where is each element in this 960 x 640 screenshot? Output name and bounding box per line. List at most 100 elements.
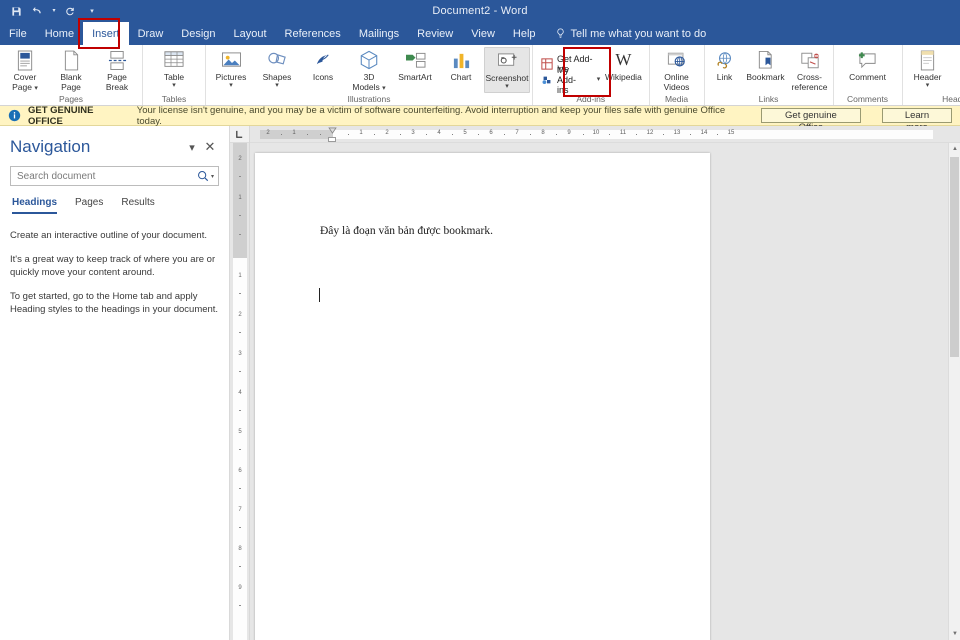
vertical-scrollbar[interactable]: ▲ ▼: [948, 143, 960, 640]
cross-reference-icon: [800, 49, 820, 71]
blank-page-button[interactable]: BlankPage: [48, 47, 94, 93]
banner-message: Your license isn't genuine, and you may …: [137, 105, 746, 127]
cover-page-icon: [16, 49, 35, 71]
get-genuine-office-button[interactable]: Get genuine Office: [761, 108, 861, 123]
pictures-button[interactable]: Pictures▾: [208, 47, 254, 93]
horizontal-ruler[interactable]: 2 1 1 2 3 4 5 6 7 8 9 10 11 12 13 14 15 …: [250, 126, 960, 143]
info-icon: [8, 109, 21, 122]
undo-icon[interactable]: [28, 2, 48, 20]
redo-icon[interactable]: [60, 2, 80, 20]
tab-design[interactable]: Design: [172, 22, 224, 45]
wikipedia-button[interactable]: W Wikipedia: [603, 47, 643, 93]
nav-tab-results[interactable]: Results: [121, 197, 154, 214]
smartart-label: SmartArt: [398, 73, 432, 83]
tab-help[interactable]: Help: [504, 22, 545, 45]
online-video-icon: [667, 49, 687, 71]
smartart-icon: [405, 49, 426, 71]
link-icon: [715, 49, 735, 71]
document-page[interactable]: Đây là đoạn văn bản được bookmark.: [255, 153, 710, 640]
link-button[interactable]: Link: [707, 47, 743, 93]
comment-label: Comment: [849, 73, 886, 83]
group-label-pages: Pages: [2, 93, 140, 105]
ribbon: CoverPage ▾ BlankPage PageBreak Pages: [0, 45, 960, 106]
navigation-title: Navigation: [10, 137, 183, 157]
navigation-header: Navigation ▾ ✕: [10, 134, 219, 160]
group-label-illustrations: Illustrations: [208, 93, 530, 105]
page-break-button[interactable]: PageBreak: [94, 47, 140, 93]
icons-button[interactable]: Icons: [300, 47, 346, 93]
chevron-down-icon[interactable]: ▾: [183, 138, 201, 156]
ribbon-tab-bar: File Home Insert Draw Design Layout Refe…: [0, 22, 960, 45]
tab-file[interactable]: File: [0, 22, 36, 45]
group-label-links: Links: [707, 93, 831, 105]
close-icon[interactable]: ✕: [201, 138, 219, 156]
chart-icon: [452, 49, 471, 71]
learn-more-button[interactable]: Learn more: [882, 108, 952, 123]
tab-home[interactable]: Home: [36, 22, 83, 45]
search-input[interactable]: [17, 171, 197, 182]
ribbon-group-comments: Comment Comments: [833, 45, 902, 105]
footer-button[interactable]: Footer▾: [951, 47, 960, 93]
my-addins-button[interactable]: My Add-ins ▾: [538, 72, 603, 88]
tab-selector-button[interactable]: [230, 126, 249, 143]
scroll-up-arrow-icon[interactable]: ▲: [949, 143, 960, 155]
icons-icon: [313, 49, 334, 71]
online-videos-label: OnlineVideos: [664, 73, 690, 92]
table-label: Table▾: [164, 73, 184, 89]
bookmark-button[interactable]: Bookmark: [743, 47, 789, 93]
pictures-label: Pictures▾: [216, 73, 247, 89]
header-button[interactable]: Header▾: [905, 47, 951, 93]
search-icon[interactable]: [197, 170, 209, 182]
header-icon: [919, 49, 936, 71]
page-break-icon: [108, 49, 127, 71]
left-indent-marker[interactable]: [328, 137, 336, 142]
tell-me-box[interactable]: Tell me what you want to do: [545, 22, 707, 45]
lightbulb-icon: [555, 27, 566, 40]
smartart-button[interactable]: SmartArt: [392, 47, 438, 93]
document-scroll-area: Đây là đoạn văn bản được bookmark. ▲ ▼: [250, 143, 960, 640]
cover-page-button[interactable]: CoverPage ▾: [2, 47, 48, 93]
navigation-search-box[interactable]: ▾: [10, 166, 219, 186]
cross-reference-button[interactable]: Cross-reference: [789, 47, 831, 93]
tab-layout[interactable]: Layout: [225, 22, 276, 45]
cover-page-label: CoverPage ▾: [12, 73, 38, 92]
navigation-empty-state: Create an interactive outline of your do…: [10, 229, 219, 316]
genuine-office-banner: GET GENUINE OFFICE Your license isn't ge…: [0, 106, 960, 126]
wikipedia-icon: W: [615, 49, 631, 71]
chart-button[interactable]: Chart: [438, 47, 484, 93]
3d-models-label: 3DModels ▾: [352, 73, 385, 92]
3d-models-button[interactable]: 3DModels ▾: [346, 47, 392, 93]
save-icon[interactable]: [6, 2, 26, 20]
main-area: Navigation ▾ ✕ ▾ Headings Pages Results …: [0, 126, 960, 640]
shapes-button[interactable]: Shapes▾: [254, 47, 300, 93]
scrollbar-thumb[interactable]: [950, 157, 959, 357]
scroll-down-arrow-icon[interactable]: ▼: [949, 628, 960, 640]
undo-dropdown-icon[interactable]: ▾: [50, 2, 58, 20]
page-break-label: PageBreak: [106, 73, 128, 92]
icons-label: Icons: [313, 73, 333, 83]
comment-button[interactable]: Comment: [843, 47, 893, 93]
customize-qat-icon[interactable]: ▾: [82, 2, 102, 20]
wikipedia-label: Wikipedia: [605, 73, 642, 83]
vertical-ruler[interactable]: 2 1 1 2 3 4 5 6 7 8 9: [230, 126, 250, 640]
online-videos-button[interactable]: OnlineVideos: [654, 47, 700, 93]
table-button[interactable]: Table▾: [151, 47, 197, 93]
ribbon-group-tables: Table▾ Tables: [142, 45, 205, 105]
tab-review[interactable]: Review: [408, 22, 462, 45]
nav-tab-pages[interactable]: Pages: [75, 197, 103, 214]
tab-mailings[interactable]: Mailings: [350, 22, 408, 45]
first-line-indent-marker[interactable]: [328, 127, 337, 134]
tab-draw[interactable]: Draw: [129, 22, 173, 45]
text-cursor: [319, 288, 320, 302]
tab-references[interactable]: References: [276, 22, 350, 45]
my-addins-dropdown-icon[interactable]: ▾: [597, 77, 601, 83]
ribbon-group-illustrations: Pictures▾ Shapes▾ Icons: [205, 45, 532, 105]
navigation-hint-3: To get started, go to the Home tab and a…: [10, 290, 219, 316]
tab-view[interactable]: View: [462, 22, 504, 45]
search-dropdown-icon[interactable]: ▾: [211, 173, 214, 180]
screenshot-button[interactable]: Screenshot▾: [484, 47, 530, 93]
nav-tab-headings[interactable]: Headings: [12, 197, 57, 214]
screenshot-icon: [497, 50, 518, 72]
navigation-hint-2: It's a great way to keep track of where …: [10, 253, 219, 279]
tab-insert[interactable]: Insert: [83, 22, 129, 45]
